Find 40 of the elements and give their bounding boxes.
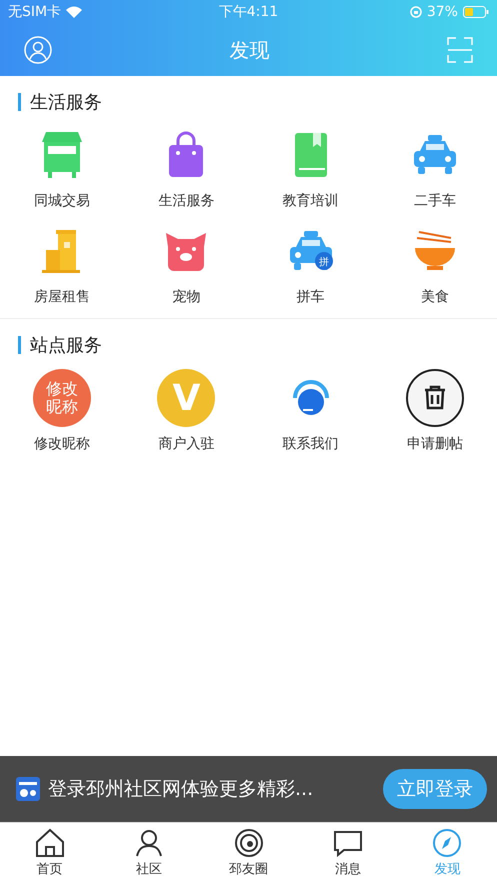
battery-icon: [462, 6, 489, 18]
section-title: 生活服务: [30, 91, 102, 114]
nickname-icon: 修改昵称: [33, 369, 92, 427]
login-prompt: 登录邳州社区网体验更多精彩...: [48, 777, 314, 802]
service-label[interactable]: 同城交易: [34, 192, 90, 210]
headset-icon: [290, 378, 331, 418]
service-label[interactable]: 联系我们: [282, 435, 339, 453]
service-label[interactable]: 二手车: [414, 192, 456, 210]
tab[interactable]: 邳友圈: [198, 823, 298, 883]
service-label[interactable]: 宠物: [172, 288, 200, 306]
tab[interactable]: 首页: [0, 823, 100, 883]
service-label[interactable]: 申请删帖: [406, 435, 463, 453]
battery-text: 37%: [426, 4, 458, 20]
planet-icon[interactable]: [232, 828, 265, 858]
book-icon: [292, 131, 329, 179]
trash-icon: [404, 368, 465, 428]
home-icon[interactable]: [34, 828, 66, 858]
wifi-icon: [66, 6, 82, 18]
service-label[interactable]: 教育培训: [282, 192, 339, 210]
service-label[interactable]: 房屋租售: [34, 288, 90, 306]
stall-icon: [40, 130, 84, 180]
carrier-text: 无SIM卡: [8, 3, 62, 21]
app-logo-icon: [16, 777, 40, 801]
message-icon[interactable]: [332, 828, 364, 858]
building-icon: [42, 228, 82, 274]
clock-text: 下午4:11: [218, 3, 278, 21]
tab[interactable]: 社区: [99, 823, 199, 883]
service-label[interactable]: 拼车: [296, 288, 325, 306]
car-icon: [412, 133, 458, 177]
user-icon[interactable]: [24, 36, 52, 64]
service-label[interactable]: 修改昵称: [34, 435, 90, 453]
service-label[interactable]: 美食: [420, 288, 449, 306]
service-label[interactable]: 商户入驻: [158, 435, 214, 453]
discover-icon[interactable]: [431, 828, 464, 858]
page-title: 发现: [230, 36, 270, 64]
tab[interactable]: 消息: [298, 823, 398, 883]
section-title: 站点服务: [30, 334, 102, 357]
rotation-lock-icon: [410, 6, 422, 18]
merchant-icon: V: [157, 369, 216, 427]
service-label[interactable]: 生活服务: [158, 192, 214, 210]
